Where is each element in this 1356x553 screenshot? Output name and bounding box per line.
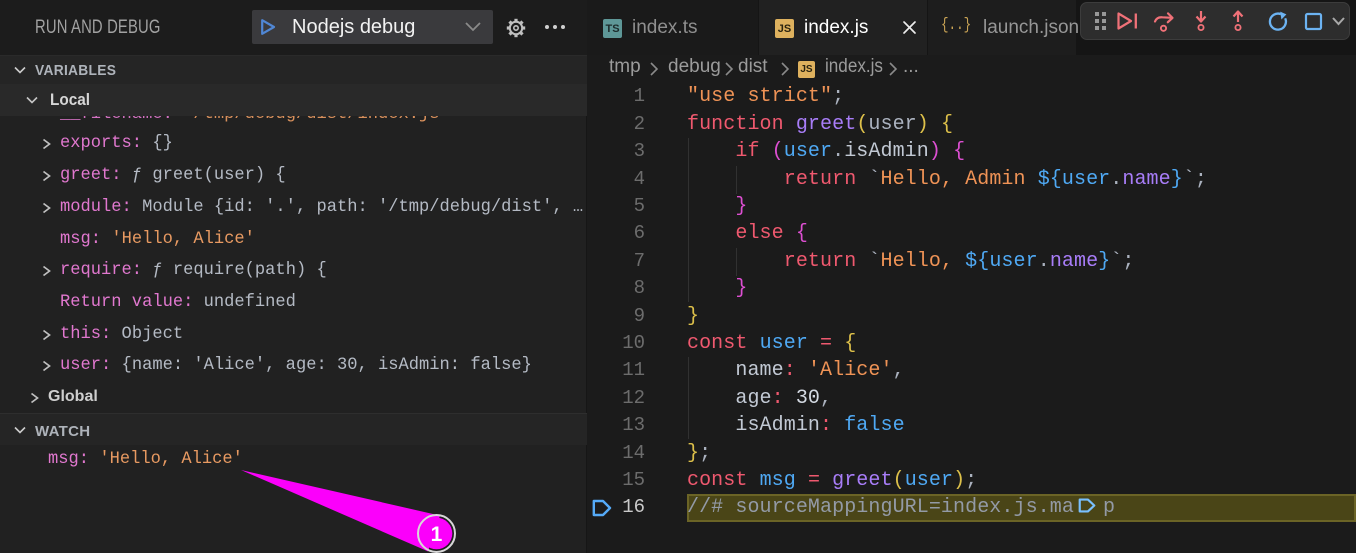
svg-text:1: 1: [431, 523, 443, 546]
